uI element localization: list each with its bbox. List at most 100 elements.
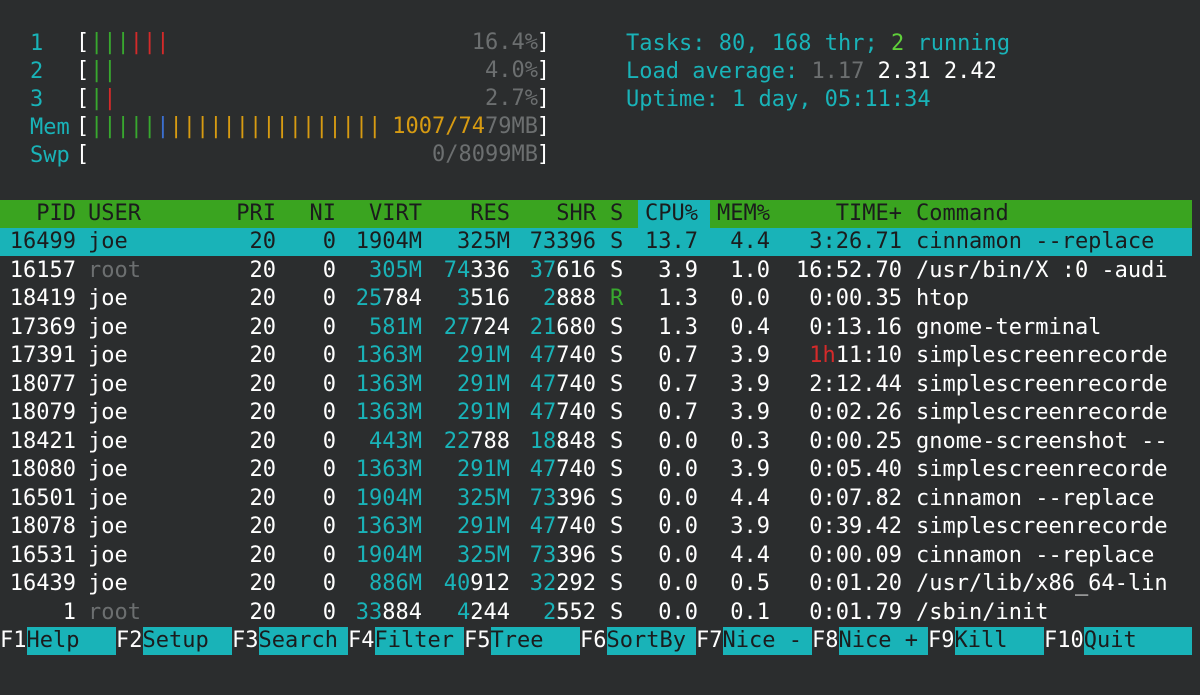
cell-virt: 1363M: [355, 400, 422, 425]
cell-shr: 18848: [529, 428, 596, 454]
column-header-time[interactable]: TIME+: [836, 200, 902, 228]
function-key-bar: F1Help F2Setup F3Search F4Filter F5Tree F6Sor…: [0, 627, 1200, 655]
meter-bar-segment: ||: [90, 58, 117, 83]
cell-pid: 18080: [9, 457, 76, 482]
cell-ni: 0: [322, 428, 336, 454]
table-row[interactable]: 16439 joe 20 0 886M 40912 32292 S 0.0 0.5 0:01.20 /…: [0, 570, 1192, 598]
column-header-shr[interactable]: SHR: [556, 200, 596, 228]
table-row[interactable]: 18419 joe 20 0 25784 3516 2888 R 1.3 0.0 0:00.35 ht…: [0, 285, 1192, 313]
load-15: 2.42: [943, 59, 997, 84]
cell-pri: 20: [249, 457, 277, 482]
fkey-sortby-button[interactable]: F6SortBy: [580, 627, 696, 655]
column-header-mem[interactable]: MEM%: [717, 200, 770, 228]
column-header-virt[interactable]: VIRT: [369, 200, 422, 228]
table-row[interactable]: 16501 joe 20 0 1904M 325M 73396 S 0.0 4.4 0:07.82 c…: [0, 485, 1192, 513]
cell-mem: 4.4: [730, 485, 770, 511]
cell-user: joe: [88, 457, 128, 482]
cell-virt: 305M: [369, 257, 422, 283]
column-header-res[interactable]: RES: [470, 200, 510, 228]
cell-command: simplescreenrecorde: [916, 400, 1168, 425]
swp-meter: [] 0/8099MB: [76, 142, 550, 170]
cell-mem: 0.4: [730, 314, 770, 340]
table-row[interactable]: 1 root 20 0 33884 4244 2552 S 0.0 0.1 0:01.79/sbin…: [0, 599, 1192, 627]
cell-res: 27724: [443, 314, 510, 340]
cell-cpu: 3.9: [658, 257, 698, 283]
table-row[interactable]: 16499 joe 20 0 1904M 325M 73396 S 13.7 4.4 3:26.71…: [0, 228, 1192, 256]
meter-bar-segment: |: [103, 86, 117, 111]
cell-user: joe: [88, 542, 128, 568]
process-table-header: PID USER PRI NI VIRT RES SHR S CPU% MEM% TIME+ Comm…: [0, 200, 1192, 228]
meter-right-bracket: ]: [536, 58, 550, 83]
fkey-number: F1: [0, 628, 27, 653]
cpu-meter: [] || 2.7%: [76, 86, 550, 114]
cell-cpu: 0.0: [658, 485, 698, 511]
cell-virt: 1363M: [355, 371, 422, 397]
cell-shr: 47740: [529, 514, 596, 539]
fkey-kill-button[interactable]: F9Kill: [928, 627, 1044, 655]
load-5: 2.31: [877, 59, 931, 84]
cell-pri: 20: [249, 400, 277, 425]
meter-left-bracket: [: [76, 86, 90, 111]
cell-res: 4244: [457, 599, 510, 625]
fkey-number: F2: [116, 628, 143, 653]
cell-time: 0:00.25: [809, 428, 902, 454]
table-row[interactable]: 17391 joe 20 0 1363M 291M 47740 S 0.7 3.9 1h11:10 s…: [0, 342, 1192, 370]
fkey-tree-button[interactable]: F5Tree: [464, 627, 580, 655]
cell-command: gnome-screenshot --: [916, 428, 1168, 454]
cell-pid: 16157: [9, 257, 76, 283]
table-row[interactable]: 18421 joe 20 0 443M 22788 18848 S 0.0 0.3 0:00.25 g…: [0, 428, 1192, 456]
column-header-command[interactable]: Command: [916, 200, 1009, 228]
table-row[interactable]: 18080 joe 20 0 1363M 291M 47740 S 0.0 3.9 0:05.40 s…: [0, 456, 1192, 484]
fkey-label: SortBy: [606, 627, 696, 655]
meter-right-bracket: ]: [536, 114, 550, 139]
cell-time: 3:26.71: [809, 229, 902, 254]
cell-shr: 47740: [529, 457, 596, 482]
column-header-user[interactable]: USER: [88, 200, 141, 228]
meter-bars: ||: [90, 86, 117, 111]
column-header-cpu[interactable]: CPU%: [645, 200, 698, 228]
cell-pri: 20: [249, 485, 277, 511]
fkey-number: F7: [696, 628, 723, 653]
table-row[interactable]: 17369 joe 20 0 581M 27724 21680 S 1.3 0.4 0:13.16 g…: [0, 314, 1192, 342]
fkey-label: Tree: [490, 627, 580, 655]
table-row[interactable]: 16531 joe 20 0 1904M 325M 73396 S 0.0 4.4 0:00.09 c…: [0, 542, 1192, 570]
cell-virt: 1904M: [355, 485, 422, 511]
fkey-quit-button[interactable]: F10Quit: [1044, 627, 1192, 655]
cell-pri: 20: [249, 514, 277, 539]
table-row[interactable]: 18078 joe 20 0 1363M 291M 47740 S 0.0 3.9 0:39.42 s…: [0, 513, 1192, 541]
cell-pid: 16501: [9, 485, 76, 511]
fkey-help-button[interactable]: F1Help: [0, 627, 116, 655]
cell-user: joe: [88, 314, 128, 340]
mem-total: 79MB: [485, 114, 538, 139]
fkey-nice-button[interactable]: F7Nice -: [696, 627, 812, 655]
table-row[interactable]: 16157 root 20 0 305M 74336 37616 S 3.9 1.0 16:52.7…: [0, 257, 1192, 285]
column-header-pid[interactable]: PID: [36, 200, 76, 228]
cell-command: htop: [916, 286, 969, 311]
meter-right-bracket: ]: [536, 30, 550, 55]
fkey-filter-button[interactable]: F4Filter: [348, 627, 464, 655]
cell-pri: 20: [249, 343, 277, 368]
cell-pri: 20: [249, 571, 277, 596]
fkey-number: F6: [580, 628, 607, 653]
running-count: 2: [890, 31, 905, 56]
fkey-number: F8: [812, 628, 839, 653]
cell-mem: 3.9: [730, 400, 770, 425]
cell-ni: 0: [322, 599, 336, 625]
cell-user: joe: [88, 514, 128, 539]
table-row[interactable]: 18077 joe 20 0 1363M 291M 47740 S 0.7 3.9 2:12.44 s…: [0, 371, 1192, 399]
cell-time: 0:01.20: [809, 571, 902, 596]
fkey-search-button[interactable]: F3Search: [232, 627, 348, 655]
cell-pri: 20: [249, 229, 277, 254]
cell-s: S: [610, 599, 624, 625]
cell-command: simplescreenrecorde: [916, 457, 1168, 482]
cpu-meter-label: 1: [30, 31, 44, 56]
fkey-setup-button[interactable]: F2Setup: [116, 627, 232, 655]
cell-command: simplescreenrecorde: [916, 514, 1168, 539]
table-row[interactable]: 18079 joe 20 0 1363M 291M 47740 S 0.7 3.9 0:02.26 s…: [0, 399, 1192, 427]
cell-pri: 20: [249, 314, 277, 340]
column-header-ni[interactable]: NI: [310, 200, 337, 228]
column-header-pri[interactable]: PRI: [236, 200, 276, 228]
fkey-nice-button[interactable]: F8Nice +: [812, 627, 928, 655]
column-header-s[interactable]: S: [610, 200, 623, 228]
cell-s: S: [610, 457, 624, 482]
